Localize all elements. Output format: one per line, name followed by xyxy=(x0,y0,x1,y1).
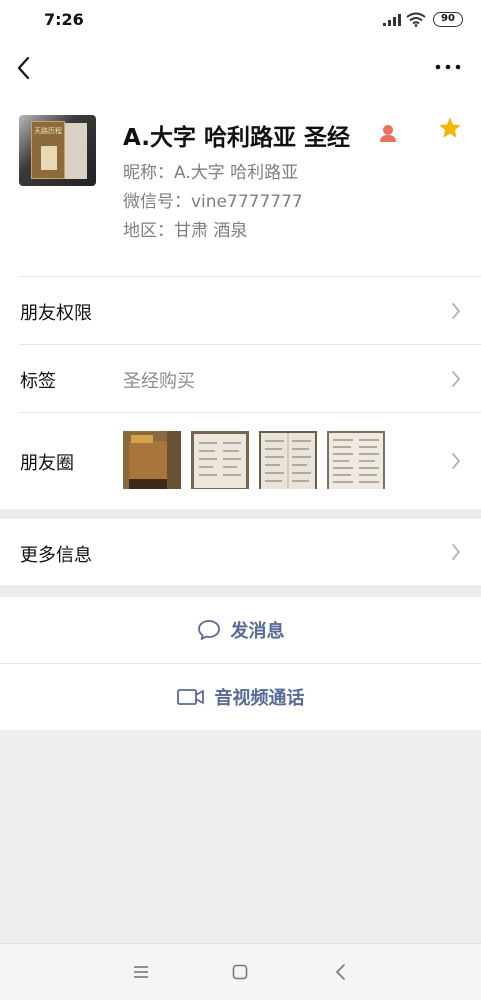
system-nav-bar xyxy=(0,943,481,1000)
chevron-right-icon xyxy=(452,371,460,387)
row-moments[interactable]: 朋友圈 xyxy=(0,413,481,509)
moments-thumbnail xyxy=(123,431,181,489)
actions-section: 发消息 音视频通话 xyxy=(0,597,481,730)
moments-thumbnail xyxy=(327,431,385,489)
row-more-info[interactable]: 更多信息 xyxy=(0,519,481,585)
more-options-icon[interactable] xyxy=(435,58,461,76)
video-call-label: 音视频通话 xyxy=(214,688,305,709)
send-message-button[interactable]: 发消息 xyxy=(0,597,481,663)
nav-bar xyxy=(0,40,481,96)
video-camera-icon xyxy=(176,689,204,705)
back-icon[interactable] xyxy=(14,54,36,82)
star-icon[interactable] xyxy=(438,116,462,140)
back-nav-icon[interactable] xyxy=(331,962,351,982)
row-label: 朋友圈 xyxy=(20,453,74,474)
chevron-right-icon xyxy=(452,303,460,319)
tags-value: 圣经购买 xyxy=(123,371,195,392)
avatar[interactable]: 天路历程 xyxy=(19,115,96,186)
moments-thumbnail xyxy=(191,431,249,489)
video-call-button[interactable]: 音视频通话 xyxy=(0,664,481,730)
row-label: 朋友权限 xyxy=(20,303,92,324)
row-friend-permissions[interactable]: 朋友权限 xyxy=(0,277,481,344)
gender-icon xyxy=(380,125,396,142)
menu-icon[interactable] xyxy=(131,962,151,982)
details-section: 朋友权限 标签 圣经购买 朋友圈 xyxy=(0,276,481,509)
send-message-label: 发消息 xyxy=(230,621,285,642)
nickname-text: 昵称：A.大字 哈利路亚 xyxy=(123,163,299,183)
wifi-icon xyxy=(406,12,426,27)
home-icon[interactable] xyxy=(230,962,250,982)
avatar-book: 天路历程 xyxy=(31,121,65,179)
status-time: 7:26 xyxy=(44,10,84,29)
moments-thumbnail xyxy=(259,431,317,489)
more-info-section: 更多信息 xyxy=(0,519,481,585)
contact-name: A.大字 哈利路亚 圣经 xyxy=(123,125,350,151)
chevron-right-icon xyxy=(452,453,460,469)
chat-bubble-icon xyxy=(197,620,220,640)
row-label: 更多信息 xyxy=(20,545,92,566)
status-bar: 7:26 90 xyxy=(0,0,481,40)
region-text: 地区：甘肃 酒泉 xyxy=(123,221,248,241)
moments-thumbnails xyxy=(123,431,393,489)
wechat-id-text: 微信号：vine7777777 xyxy=(123,192,303,212)
profile-card: 天路历程 A.大字 哈利路亚 圣经 昵称：A.大字 哈利路亚 微信号：vine7… xyxy=(0,96,481,276)
battery-icon: 90 xyxy=(433,12,463,27)
signal-icon xyxy=(383,14,401,26)
avatar-book-title: 天路历程 xyxy=(34,127,62,135)
chevron-right-icon xyxy=(452,544,460,560)
row-tags[interactable]: 标签 圣经购买 xyxy=(0,345,481,412)
row-label: 标签 xyxy=(20,371,56,392)
